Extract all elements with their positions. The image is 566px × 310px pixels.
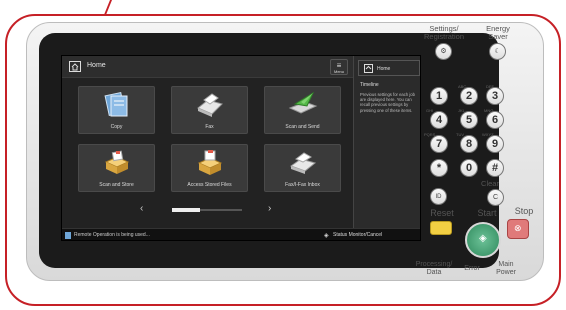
key-1[interactable]: 1 [430, 87, 448, 105]
page-thumb [172, 208, 200, 212]
tile-label: Copy [110, 124, 123, 130]
touch-screen: Home ≡ Menu Copy Fax Scan and Send Scan … [61, 55, 421, 241]
start-label: Start [477, 208, 497, 218]
page-title: Home [87, 62, 106, 69]
menu-button[interactable]: ≡ Menu [330, 59, 348, 75]
key-5-letters: JKL [458, 108, 465, 113]
scan-send-tile[interactable]: Scan and Send [264, 86, 341, 134]
home-icon [364, 64, 373, 73]
inbox-tile[interactable]: Fax/I-Fax Inbox [264, 144, 341, 192]
key-8-letters: TUV [456, 132, 464, 137]
fax-tile[interactable]: Fax [171, 86, 248, 134]
hamburger-icon: ≡ [336, 61, 342, 70]
key-9[interactable]: 9 [486, 135, 504, 153]
key-3-letters: DEF [486, 84, 494, 89]
id-button[interactable]: ID [430, 188, 447, 205]
timeline-title: Timeline [360, 82, 379, 88]
page-track [172, 208, 242, 212]
control-panel: Home ≡ Menu Copy Fax Scan and Send Scan … [26, 22, 544, 281]
status-bar: Remote Operation is being used... ◈ Stat… [62, 228, 420, 240]
stop-icon: ⊗ [514, 223, 522, 233]
key-3[interactable]: 3 [486, 87, 504, 105]
side-home-label: Home [377, 66, 391, 72]
page-indicator: ‹ › [132, 204, 292, 216]
chevron-left-icon[interactable]: ‹ [140, 204, 143, 214]
side-home-button[interactable]: Home [358, 60, 420, 76]
reset-button[interactable] [430, 221, 452, 235]
key-2-letters: ABC [458, 84, 467, 89]
stored-files-icon [197, 150, 223, 175]
menu-label: Menu [333, 69, 344, 74]
key-9-letters: WXYZ [482, 132, 494, 137]
error-label: Error [464, 265, 480, 272]
key-7-letters: PQRS [424, 132, 436, 137]
clear-label: Clear [481, 179, 499, 188]
status-text: Remote Operation is being used... [74, 232, 150, 238]
key-2[interactable]: 2 [460, 87, 478, 105]
fax-icon [197, 93, 223, 117]
timeline-panel: Home Timeline Previous settings for each… [353, 56, 420, 228]
moon-icon: ☾ [494, 48, 501, 55]
start-button[interactable]: ◈ [465, 222, 501, 258]
copy-icon [104, 91, 128, 117]
key-7[interactable]: 7 [430, 135, 448, 153]
tile-label: Scan and Store [99, 182, 134, 188]
key-star[interactable]: * [430, 159, 448, 177]
settings-button[interactable]: ⚙ [435, 43, 452, 60]
key-hash[interactable]: # [486, 159, 504, 177]
inbox-icon [289, 152, 317, 174]
status-monitor-icon: ◈ [324, 233, 329, 239]
remote-icon [65, 232, 71, 239]
scan-send-icon [288, 91, 318, 114]
energy-saver-button[interactable]: ☾ [489, 43, 506, 60]
clear-button[interactable]: C [487, 189, 504, 206]
key-8[interactable]: 8 [460, 135, 478, 153]
stop-button[interactable]: ⊗ [507, 219, 529, 239]
key-0[interactable]: 0 [460, 159, 478, 177]
copy-tile[interactable]: Copy [78, 86, 155, 134]
key-6[interactable]: 6 [486, 111, 504, 129]
scan-store-icon [104, 150, 130, 174]
stop-label: Stop [514, 206, 534, 216]
gear-icon: ⚙ [440, 48, 447, 55]
status-monitor-button[interactable]: Status Monitor/Cancel [333, 232, 382, 238]
top-bar: Home ≡ Menu [62, 56, 353, 78]
stored-files-tile[interactable]: Access Stored Files [171, 144, 248, 192]
tile-label: Access Stored Files [187, 182, 232, 188]
start-icon: ◈ [479, 233, 487, 244]
tile-label: Fax/I-Fax Inbox [285, 182, 320, 188]
timeline-description: Previous settings for each job are displ… [360, 92, 415, 113]
scan-store-tile[interactable]: Scan and Store [78, 144, 155, 192]
key-5[interactable]: 5 [460, 111, 478, 129]
reset-label: Reset [430, 208, 454, 218]
energy-label: Energy Saver [486, 24, 510, 41]
tile-label: Fax [205, 124, 214, 130]
key-4-letters: GHI [426, 108, 434, 113]
home-icon [69, 61, 81, 72]
main-power-label: Main Power [496, 261, 516, 276]
processing-label: Processing/ Data [415, 261, 453, 276]
function-grid: Copy Fax Scan and Send Scan and Store Ac… [78, 86, 342, 194]
chevron-right-icon[interactable]: › [268, 204, 271, 214]
key-4[interactable]: 4 [430, 111, 448, 129]
settings-label: Settings/ Registration [423, 24, 465, 41]
key-6-letters: MNO [484, 108, 494, 113]
tile-label: Scan and Send [285, 124, 320, 130]
